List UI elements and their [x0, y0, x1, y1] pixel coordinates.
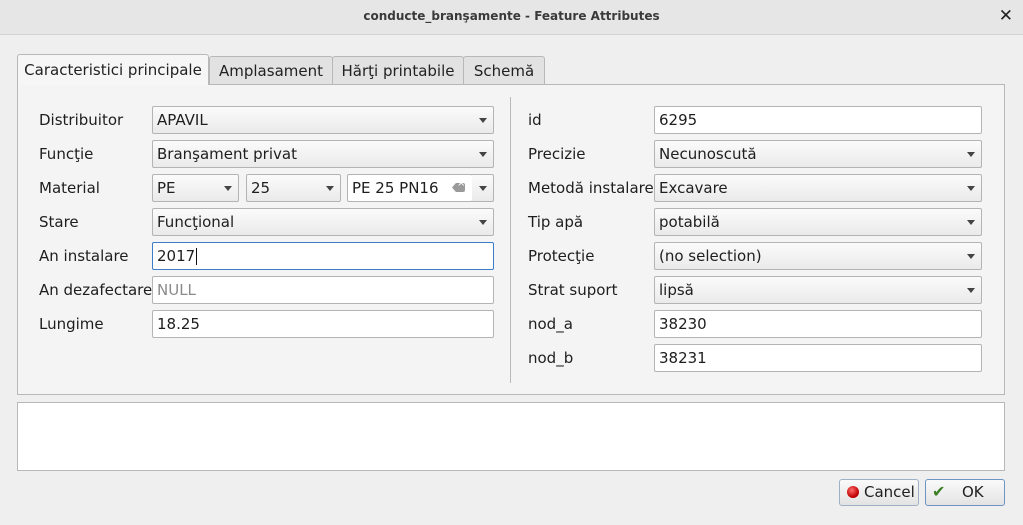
- an-dezafectare-label: An dezafectare: [39, 281, 153, 299]
- strat-suport-value: lipsă: [659, 281, 694, 299]
- precizie-value: Necunoscută: [659, 145, 757, 163]
- id-input[interactable]: 6295: [654, 106, 982, 134]
- protectie-value: (no selection): [659, 247, 762, 265]
- material-diameter-value: 25: [251, 179, 271, 197]
- lungime-label: Lungime: [39, 315, 104, 333]
- material-type-select[interactable]: PE: [152, 174, 239, 202]
- distribuitor-value: APAVIL: [157, 111, 208, 129]
- tab-amplasament[interactable]: Amplasament: [209, 56, 333, 84]
- an-dezafectare-value: NULL: [157, 281, 196, 299]
- lungime-value: 18.25: [157, 315, 200, 333]
- id-value: 6295: [659, 111, 698, 129]
- nod-b-input[interactable]: 38231: [654, 344, 982, 372]
- functie-value: Branşament privat: [157, 145, 297, 163]
- nod-a-label: nod_a: [528, 315, 573, 333]
- protectie-select[interactable]: (no selection): [654, 242, 982, 270]
- nod-a-input[interactable]: 38230: [654, 310, 982, 338]
- nod-b-label: nod_b: [528, 349, 574, 367]
- lungime-input[interactable]: 18.25: [152, 310, 494, 338]
- checkmark-icon: ✔: [932, 482, 946, 501]
- chevron-down-icon: [967, 288, 975, 293]
- protectie-label: Protecţie: [528, 247, 595, 265]
- cancel-button-label: Cancel: [864, 483, 915, 501]
- stare-label: Stare: [39, 213, 79, 231]
- nod-a-value: 38230: [659, 315, 707, 333]
- tab-caracteristici-principale[interactable]: Caracteristici principale: [17, 54, 209, 85]
- metoda-instalare-value: Excavare: [659, 179, 728, 197]
- ok-button[interactable]: ✔ OK: [925, 479, 1005, 506]
- material-label: Material: [39, 179, 100, 197]
- material-type-value: PE: [157, 179, 176, 197]
- material-spec-value: PE 25 PN16: [352, 179, 439, 197]
- distribuitor-label: Distribuitor: [39, 111, 124, 129]
- close-icon[interactable]: ✕: [999, 6, 1013, 26]
- id-label: id: [528, 111, 542, 129]
- metoda-instalare-select[interactable]: Excavare: [654, 174, 982, 202]
- tab-harti-printabile[interactable]: Hărţi printabile: [332, 56, 464, 84]
- functie-select[interactable]: Branşament privat: [152, 140, 494, 168]
- tip-apa-select[interactable]: potabilă: [654, 208, 982, 236]
- chevron-down-icon: [967, 254, 975, 259]
- chevron-down-icon: [326, 186, 334, 191]
- stare-value: Funcţional: [157, 213, 235, 231]
- distribuitor-select[interactable]: APAVIL: [152, 106, 494, 134]
- chevron-down-icon: [479, 118, 487, 123]
- tip-apa-value: potabilă: [659, 213, 720, 231]
- column-divider: [510, 97, 511, 383]
- metoda-instalare-label: Metodă instalare: [528, 179, 654, 197]
- message-area: [17, 402, 1005, 471]
- stare-select[interactable]: Funcţional: [152, 208, 494, 236]
- tab-schema[interactable]: Schemă: [463, 56, 545, 84]
- title-bar: conducte_branşamente - Feature Attribute…: [0, 0, 1023, 35]
- material-spec-dropdown-button[interactable]: [472, 174, 494, 202]
- cancel-icon: [847, 486, 859, 498]
- window-title: conducte_branşamente - Feature Attribute…: [363, 9, 660, 23]
- cancel-button[interactable]: Cancel: [839, 479, 919, 506]
- text-cursor: [196, 248, 198, 265]
- chevron-down-icon: [479, 186, 487, 191]
- strat-suport-label: Strat suport: [528, 281, 618, 299]
- chevron-down-icon: [479, 152, 487, 157]
- tip-apa-label: Tip apă: [528, 213, 584, 231]
- an-instalare-input[interactable]: 2017: [152, 242, 494, 270]
- an-instalare-label: An instalare: [39, 247, 129, 265]
- nod-b-value: 38231: [659, 349, 707, 367]
- chevron-down-icon: [967, 220, 975, 225]
- an-instalare-value: 2017: [157, 247, 196, 265]
- functie-label: Funcţie: [39, 145, 94, 163]
- ok-button-label: OK: [962, 483, 984, 501]
- precizie-label: Precizie: [528, 145, 586, 163]
- material-diameter-select[interactable]: 25: [246, 174, 341, 202]
- chevron-down-icon: [224, 186, 232, 191]
- an-dezafectare-input[interactable]: NULL: [152, 276, 494, 304]
- strat-suport-select[interactable]: lipsă: [654, 276, 982, 304]
- chevron-down-icon: [479, 220, 487, 225]
- chevron-down-icon: [967, 152, 975, 157]
- precizie-select[interactable]: Necunoscută: [654, 140, 982, 168]
- chevron-down-icon: [967, 186, 975, 191]
